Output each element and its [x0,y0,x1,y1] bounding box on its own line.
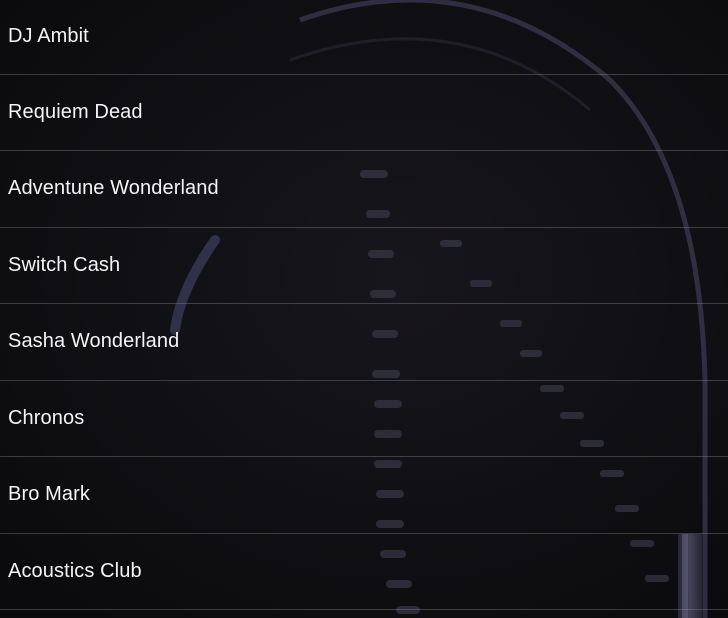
artist-name: DJ Ambit [8,25,89,48]
artist-item-switch-cash[interactable]: Switch Cash [0,228,728,304]
artist-item-adventune-wonderland[interactable]: Adventune Wonderland [0,151,728,228]
artist-list: DJ Ambit Requiem Dead Adventune Wonderla… [0,0,728,610]
artist-name: Adventune Wonderland [8,177,219,200]
artist-name: Sasha Wonderland [8,330,180,353]
artist-name: Switch Cash [8,253,121,276]
artist-item-dj-ambit[interactable]: DJ Ambit [0,0,728,75]
artist-name: Chronos [8,406,85,429]
artist-item-acoustics-club[interactable]: Acoustics Club [0,534,728,610]
artist-name: Bro Mark [8,483,90,506]
artist-item-chronos[interactable]: Chronos [0,381,728,457]
artist-name: Acoustics Club [8,559,142,582]
artist-item-bro-mark[interactable]: Bro Mark [0,457,728,534]
artist-name: Requiem Dead [8,100,143,123]
artist-item-requiem-dead[interactable]: Requiem Dead [0,75,728,151]
artist-item-sasha-wonderland[interactable]: Sasha Wonderland [0,304,728,381]
